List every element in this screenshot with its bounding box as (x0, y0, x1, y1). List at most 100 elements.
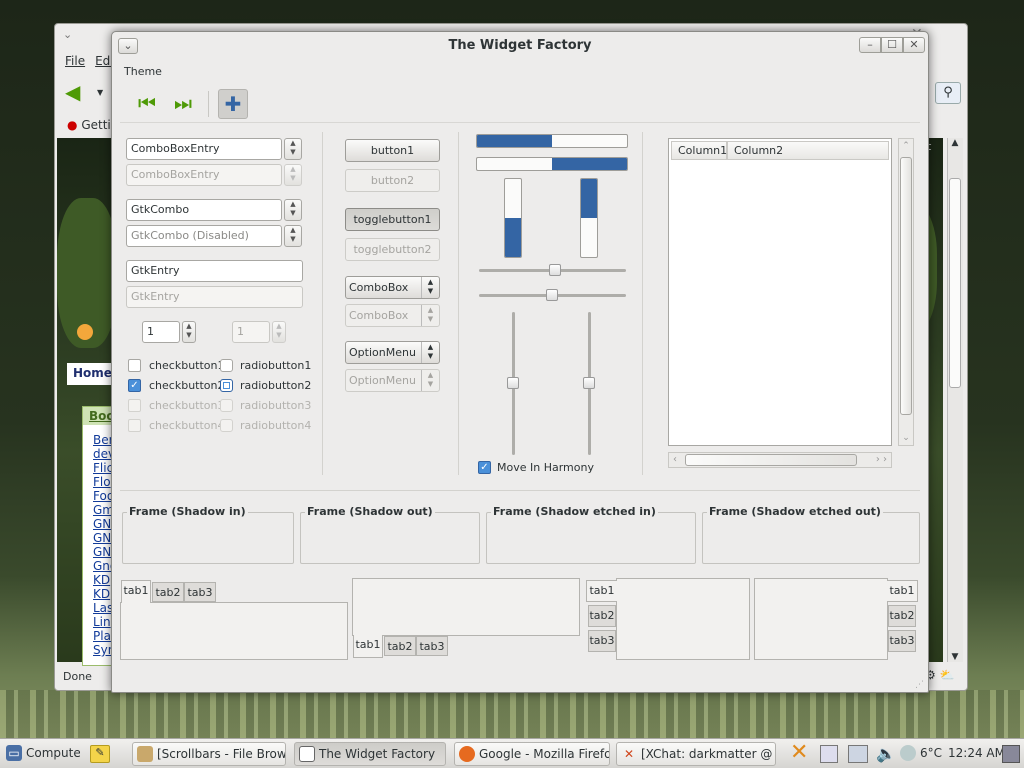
task-widget-factory[interactable]: The Widget Factory (294, 742, 446, 766)
notebook-bottom-tab3[interactable]: tab3 (416, 636, 448, 656)
gtkcombo-arrows[interactable]: ▲ ▼ (284, 199, 302, 221)
togglebutton-1[interactable]: togglebutton1 (345, 208, 440, 231)
goto-last-icon[interactable]: ⏭ (168, 89, 198, 119)
add-icon[interactable]: ✚ (218, 89, 248, 119)
comboboxentry-arrows[interactable]: ▲ ▼ (284, 138, 302, 160)
notes-icon[interactable]: ✎ (90, 745, 110, 763)
sidebar-link[interactable]: Gm (83, 503, 114, 517)
tree-column-2[interactable]: Column2 (727, 141, 889, 160)
sidebar-link[interactable]: Foo (83, 489, 114, 503)
horizontal-separator (120, 490, 920, 491)
sidebar-link[interactable]: Ber (83, 433, 114, 447)
notebook-right (754, 578, 888, 660)
hscroll-thumb[interactable] (685, 454, 857, 466)
goto-first-icon[interactable]: ⏮ (132, 89, 162, 119)
button-1[interactable]: button1 (345, 139, 440, 162)
gtkcombo-field[interactable]: GtkCombo (126, 199, 282, 221)
vscale-1-knob[interactable] (507, 377, 519, 389)
scroll-thumb[interactable] (949, 178, 961, 388)
minimize-icon[interactable]: – (859, 37, 881, 53)
tree-hscrollbar[interactable]: ‹ › › (668, 452, 892, 468)
sidebar-heading[interactable]: Boo (83, 407, 115, 425)
resize-grip-icon[interactable]: ⋰ (915, 680, 924, 690)
volume-icon[interactable]: 🔈 (876, 744, 896, 763)
close-icon[interactable]: ✕ (903, 37, 925, 53)
task-firefox[interactable]: Google - Mozilla Firefox (454, 742, 610, 766)
vertical-scale-2[interactable] (583, 312, 595, 455)
search-icon[interactable]: ⚲ (935, 82, 961, 104)
sidebar-link[interactable]: dev (83, 447, 115, 461)
sidebar-link[interactable]: KD (83, 573, 113, 587)
sidebar-link[interactable]: GN (83, 517, 113, 531)
sidebar-link[interactable]: Flic (83, 461, 113, 475)
sidebar-link[interactable]: GN (83, 545, 113, 559)
vscroll-down-icon[interactable]: ⌄ (899, 433, 913, 443)
notebook-left-tab1[interactable]: tab1 (586, 580, 617, 602)
menu-theme[interactable]: Theme (124, 65, 162, 78)
notebook-top-tab1[interactable]: tab1 (121, 580, 151, 603)
notebook-left-tab2[interactable]: tab2 (588, 605, 616, 627)
updates-icon[interactable] (848, 745, 868, 763)
task-file-browser[interactable]: [Scrollbars - File Browser] (132, 742, 286, 766)
temperature[interactable]: 6°C (920, 746, 942, 760)
menu-file[interactable]: File (65, 54, 85, 68)
radio-1[interactable] (220, 359, 233, 372)
scale-2-knob[interactable] (546, 289, 558, 301)
sidebar-link[interactable]: KD (83, 587, 113, 601)
comboboxentry-field[interactable]: ComboBoxEntry (126, 138, 282, 160)
scroll-down-icon[interactable]: ▼ (947, 652, 963, 662)
hscroll-left-icon[interactable]: ‹ (673, 454, 677, 465)
window-icon (299, 746, 315, 762)
bookmark-item[interactable]: ● Getti (67, 118, 111, 132)
sidebar-link[interactable]: Syn (83, 643, 115, 657)
notebook-right-tab3[interactable]: tab3 (888, 630, 916, 652)
notebook-bottom-tab1[interactable]: tab1 (353, 635, 383, 658)
task-xchat[interactable]: ✕ [XChat: darkmatter @ U... (616, 742, 776, 766)
optionmenu-1[interactable]: OptionMenu ▲ ▼ (345, 341, 440, 364)
hscroll-right-icon[interactable]: › › (876, 454, 887, 465)
gtkentry-field[interactable]: GtkEntry (126, 260, 303, 282)
show-desktop-icon[interactable] (1002, 745, 1020, 763)
sidebar-link[interactable]: Gno (83, 559, 117, 573)
vscale-2-knob[interactable] (583, 377, 595, 389)
history-dropdown-icon[interactable]: ▼ (97, 88, 103, 97)
vertical-scale-1[interactable] (507, 312, 519, 455)
sidebar-link[interactable]: Flo (83, 475, 113, 489)
maximize-icon[interactable]: ☐ (881, 37, 903, 53)
weather-icon[interactable] (900, 745, 916, 761)
tree-vscrollbar[interactable]: ⌃ ⌄ (898, 138, 914, 446)
spinbutton-arrows[interactable]: ▲ ▼ (182, 321, 196, 343)
horizontal-scale-1[interactable] (479, 264, 626, 276)
column-separator-2 (458, 132, 459, 475)
notebook-right-tab2[interactable]: tab2 (888, 605, 916, 627)
tree-view[interactable]: Column1 Column2 (668, 138, 892, 446)
horizontal-scale-2[interactable] (479, 289, 626, 301)
spinbutton-field[interactable]: 1 (142, 321, 180, 343)
notebook-bottom-tab2[interactable]: tab2 (384, 636, 416, 656)
vscroll-up-icon[interactable]: ⌃ (899, 141, 913, 151)
notebook-top-tab3[interactable]: tab3 (184, 582, 216, 602)
move-in-harmony-checkbox[interactable]: ✓ (478, 461, 491, 474)
checkbox-1[interactable] (128, 359, 141, 372)
firefox-scrollbar[interactable]: ▲ ▼ (947, 138, 963, 662)
sidebar-link[interactable]: Las (83, 601, 113, 615)
scroll-up-icon[interactable]: ▲ (947, 138, 963, 148)
firefox-menu-icon[interactable]: ⌄ (63, 28, 72, 41)
tree-column-1[interactable]: Column1 (671, 141, 727, 160)
radio-2[interactable] (220, 379, 233, 392)
notebook-top-tab2[interactable]: tab2 (152, 582, 184, 602)
combobox-1[interactable]: ComboBox ▲ ▼ (345, 276, 440, 299)
sidebar-link[interactable]: Lin (83, 615, 113, 629)
back-arrow-icon[interactable]: ◀ (65, 82, 87, 104)
scale-1-knob[interactable] (549, 264, 561, 276)
notebook-left-tab3[interactable]: tab3 (588, 630, 616, 652)
clock[interactable]: 12:24 AM (948, 746, 1005, 760)
xchat-tray-icon[interactable]: ✕ (790, 742, 814, 766)
sidebar-link[interactable]: GN (83, 531, 113, 545)
sidebar-link[interactable]: Pla (83, 629, 113, 643)
vscroll-thumb[interactable] (900, 157, 912, 415)
computer-menu[interactable]: ▭ Computer (2, 742, 80, 766)
notebook-right-tab1[interactable]: tab1 (887, 580, 918, 602)
checkbox-2[interactable]: ✓ (128, 379, 141, 392)
network-icon[interactable] (820, 745, 838, 763)
